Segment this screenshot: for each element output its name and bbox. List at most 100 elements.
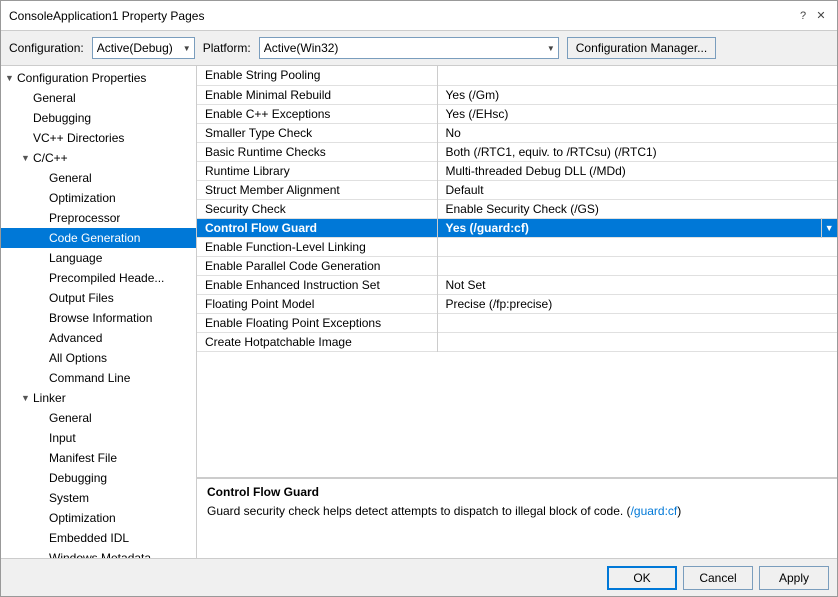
- config-manager-button[interactable]: Configuration Manager...: [567, 37, 716, 59]
- title-bar-buttons: ? ✕: [795, 8, 829, 24]
- prop-value-cell: Precise (/fp:precise): [437, 294, 821, 313]
- table-row[interactable]: Security CheckEnable Security Check (/GS…: [197, 199, 837, 218]
- config-label: Configuration:: [9, 41, 84, 55]
- sidebar-item-label: Windows Metadata: [49, 551, 151, 558]
- sidebar: ▼Configuration PropertiesGeneralDebuggin…: [1, 66, 197, 558]
- description-link: /guard:cf: [631, 504, 678, 518]
- table-row[interactable]: Create Hotpatchable Image: [197, 332, 837, 351]
- sidebar-item-general[interactable]: General: [1, 88, 196, 108]
- sidebar-item-embedded-idl[interactable]: Embedded IDL: [1, 528, 196, 548]
- help-button[interactable]: ?: [795, 8, 811, 24]
- sidebar-item-label: Linker: [33, 391, 66, 405]
- main-content: ▼Configuration PropertiesGeneralDebuggin…: [1, 66, 837, 558]
- table-row[interactable]: Struct Member AlignmentDefault: [197, 180, 837, 199]
- prop-value-cell: Enable Security Check (/GS): [437, 199, 821, 218]
- prop-name-cell: Enable Parallel Code Generation: [197, 256, 437, 275]
- table-row[interactable]: Enable String Pooling: [197, 66, 837, 85]
- sidebar-item-optimization[interactable]: Optimization: [1, 188, 196, 208]
- empty-arrow-cell: [821, 66, 837, 85]
- sidebar-item-vc-dirs[interactable]: VC++ Directories: [1, 128, 196, 148]
- prop-name-cell: Security Check: [197, 199, 437, 218]
- table-row[interactable]: Enable Parallel Code Generation: [197, 256, 837, 275]
- sidebar-item-manifest-file[interactable]: Manifest File: [1, 448, 196, 468]
- sidebar-item-label: System: [49, 491, 89, 505]
- sidebar-item-all-options[interactable]: All Options: [1, 348, 196, 368]
- prop-value-cell: Yes (/EHsc): [437, 104, 821, 123]
- sidebar-item-win-metadata[interactable]: Windows Metadata: [1, 548, 196, 558]
- prop-value-cell: Multi-threaded Debug DLL (/MDd): [437, 161, 821, 180]
- cancel-button[interactable]: Cancel: [683, 566, 753, 590]
- right-panel: Enable String PoolingEnable Minimal Rebu…: [197, 66, 837, 558]
- table-row[interactable]: Smaller Type CheckNo: [197, 123, 837, 142]
- sidebar-item-linker[interactable]: ▼Linker: [1, 388, 196, 408]
- properties-area: Enable String PoolingEnable Minimal Rebu…: [197, 66, 837, 478]
- properties-table: Enable String PoolingEnable Minimal Rebu…: [197, 66, 837, 352]
- description-text: Guard security check helps detect attemp…: [207, 503, 827, 520]
- sidebar-item-input[interactable]: Input: [1, 428, 196, 448]
- platform-select[interactable]: Active(Win32): [259, 37, 559, 59]
- tree-arrow-icon: ▼: [21, 153, 33, 163]
- sidebar-item-label: Language: [49, 251, 102, 265]
- sidebar-item-cpp[interactable]: ▼C/C++: [1, 148, 196, 168]
- table-row[interactable]: Floating Point ModelPrecise (/fp:precise…: [197, 294, 837, 313]
- empty-arrow-cell: [821, 294, 837, 313]
- sidebar-item-system[interactable]: System: [1, 488, 196, 508]
- sidebar-item-precompiled[interactable]: Precompiled Heade...: [1, 268, 196, 288]
- empty-arrow-cell: [821, 275, 837, 294]
- sidebar-item-label: Debugging: [33, 111, 91, 125]
- sidebar-item-label: Output Files: [49, 291, 114, 305]
- empty-arrow-cell: [821, 85, 837, 104]
- prop-name-cell: Struct Member Alignment: [197, 180, 437, 199]
- sidebar-item-linker-general[interactable]: General: [1, 408, 196, 428]
- prop-name-cell: Enable Floating Point Exceptions: [197, 313, 437, 332]
- sidebar-item-browse-info[interactable]: Browse Information: [1, 308, 196, 328]
- sidebar-item-preprocessor[interactable]: Preprocessor: [1, 208, 196, 228]
- table-row[interactable]: Control Flow GuardYes (/guard:cf)▼: [197, 218, 837, 237]
- close-button[interactable]: ✕: [813, 8, 829, 24]
- sidebar-item-label: Input: [49, 431, 76, 445]
- config-select[interactable]: Active(Debug): [92, 37, 195, 59]
- empty-arrow-cell: [821, 332, 837, 351]
- prop-value-cell: [437, 332, 821, 351]
- sidebar-item-config-props[interactable]: ▼Configuration Properties: [1, 68, 196, 88]
- prop-value-cell: Not Set: [437, 275, 821, 294]
- table-row[interactable]: Enable Minimal RebuildYes (/Gm): [197, 85, 837, 104]
- table-row[interactable]: Enable C++ ExceptionsYes (/EHsc): [197, 104, 837, 123]
- dropdown-arrow-icon[interactable]: ▼: [821, 218, 837, 237]
- sidebar-item-cmd-line[interactable]: Command Line: [1, 368, 196, 388]
- apply-button[interactable]: Apply: [759, 566, 829, 590]
- sidebar-item-code-gen[interactable]: Code Generation: [1, 228, 196, 248]
- description-title: Control Flow Guard: [207, 485, 827, 499]
- empty-arrow-cell: [821, 199, 837, 218]
- sidebar-item-label: Optimization: [49, 191, 116, 205]
- prop-name-cell: Enable Function-Level Linking: [197, 237, 437, 256]
- sidebar-item-cpp-general[interactable]: General: [1, 168, 196, 188]
- sidebar-item-output-files[interactable]: Output Files: [1, 288, 196, 308]
- sidebar-item-language[interactable]: Language: [1, 248, 196, 268]
- prop-name-cell: Basic Runtime Checks: [197, 142, 437, 161]
- sidebar-item-debugging[interactable]: Debugging: [1, 108, 196, 128]
- table-row[interactable]: Enable Floating Point Exceptions: [197, 313, 837, 332]
- table-row[interactable]: Basic Runtime ChecksBoth (/RTC1, equiv. …: [197, 142, 837, 161]
- description-area: Control Flow Guard Guard security check …: [197, 478, 837, 558]
- prop-value-cell: [437, 256, 821, 275]
- property-pages-dialog: ConsoleApplication1 Property Pages ? ✕ C…: [0, 0, 838, 597]
- tree-arrow-icon: ▼: [21, 393, 33, 403]
- sidebar-item-advanced[interactable]: Advanced: [1, 328, 196, 348]
- sidebar-item-debugging2[interactable]: Debugging: [1, 468, 196, 488]
- empty-arrow-cell: [821, 256, 837, 275]
- prop-value-cell: Default: [437, 180, 821, 199]
- config-select-wrapper: Active(Debug): [92, 37, 195, 59]
- table-row[interactable]: Enable Function-Level Linking: [197, 237, 837, 256]
- empty-arrow-cell: [821, 237, 837, 256]
- table-row[interactable]: Runtime LibraryMulti-threaded Debug DLL …: [197, 161, 837, 180]
- sidebar-item-label: Code Generation: [49, 231, 140, 245]
- sidebar-item-label: Debugging: [49, 471, 107, 485]
- ok-button[interactable]: OK: [607, 566, 677, 590]
- sidebar-item-optimization2[interactable]: Optimization: [1, 508, 196, 528]
- table-row[interactable]: Enable Enhanced Instruction SetNot Set: [197, 275, 837, 294]
- empty-arrow-cell: [821, 161, 837, 180]
- prop-name-cell: Enable Minimal Rebuild: [197, 85, 437, 104]
- platform-label: Platform:: [203, 41, 251, 55]
- empty-arrow-cell: [821, 123, 837, 142]
